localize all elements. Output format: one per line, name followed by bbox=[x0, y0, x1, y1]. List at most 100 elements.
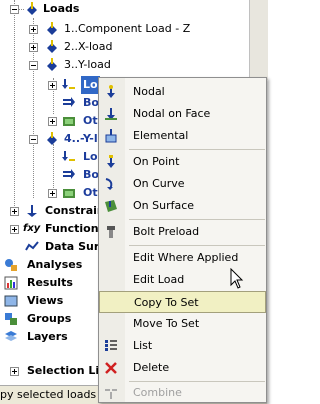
menu-item-elemental[interactable]: Elemental bbox=[99, 125, 266, 147]
context-menu: Nodal Nodal on Face Elemental On Point O… bbox=[98, 77, 267, 403]
tree-label-load-2: 2..X-load bbox=[64, 40, 113, 53]
tree-label-functions: Functions bbox=[45, 222, 106, 235]
menu-separator bbox=[129, 219, 265, 220]
tree-label-load-4-other: Ot bbox=[83, 186, 98, 199]
menu-item-on-surface[interactable]: On Surface bbox=[99, 195, 266, 217]
nodal-load-icon bbox=[107, 85, 115, 98]
load-set-icon bbox=[47, 22, 57, 35]
tree-item-load-4-definitions[interactable]: Lo bbox=[0, 148, 100, 166]
menu-item-nodal-on-face[interactable]: Nodal on Face bbox=[99, 103, 266, 125]
tree-label-constraints: Constrain bbox=[45, 204, 105, 217]
tree-label-loads: Loads bbox=[43, 2, 80, 15]
tree-label-groups: Groups bbox=[27, 312, 72, 325]
menu-item-copy-to-set[interactable]: Copy To Set bbox=[99, 291, 266, 313]
expand-icon[interactable] bbox=[48, 81, 57, 90]
expand-icon[interactable] bbox=[29, 43, 38, 52]
expand-icon[interactable] bbox=[10, 225, 19, 234]
analyses-icon bbox=[5, 259, 17, 271]
loads-icon bbox=[27, 2, 37, 15]
combine-icon bbox=[105, 389, 117, 399]
expand-icon[interactable] bbox=[10, 207, 19, 216]
tree-item-views[interactable]: Views bbox=[0, 292, 100, 310]
tree-label-selected: Lo bbox=[81, 76, 100, 94]
menu-label: Edit Load bbox=[133, 273, 185, 286]
load-arrow-icon bbox=[62, 79, 75, 89]
tree-item-functions[interactable]: fxy Functions bbox=[0, 220, 105, 238]
tree-item-constraints[interactable]: Constrain bbox=[0, 202, 105, 220]
tree-scrollbar[interactable] bbox=[249, 0, 268, 80]
menu-label: On Surface bbox=[133, 199, 195, 212]
tree-item-load-4-body[interactable]: Bo bbox=[0, 166, 100, 184]
groups-icon bbox=[5, 313, 17, 325]
bolt-preload-icon bbox=[107, 226, 115, 238]
tree-label-selection-list: Selection Lis bbox=[27, 364, 106, 377]
tree-item-load-1[interactable]: 1..Component Load - Z bbox=[0, 20, 200, 38]
menu-item-bolt-preload[interactable]: Bolt Preload bbox=[99, 221, 266, 243]
tree-item-selection-list[interactable]: Selection Lis bbox=[0, 362, 106, 380]
tree-item-load-2[interactable]: 2..X-load bbox=[0, 38, 200, 56]
expand-icon[interactable] bbox=[48, 189, 57, 198]
tree-item-data-surfaces[interactable]: Data Surf bbox=[0, 238, 104, 256]
menu-label: Move To Set bbox=[133, 317, 200, 330]
menu-label: Nodal bbox=[133, 85, 165, 98]
status-text: py selected loads t bbox=[0, 388, 104, 401]
expand-icon[interactable] bbox=[48, 117, 57, 126]
menu-item-list[interactable]: List bbox=[99, 335, 266, 357]
tree-label-body-loads: Bo bbox=[83, 96, 99, 109]
layers-icon bbox=[5, 331, 17, 341]
on-point-icon bbox=[107, 155, 115, 168]
views-icon bbox=[4, 295, 18, 307]
tree-item-results[interactable]: Results bbox=[0, 274, 100, 292]
menu-label: Copy To Set bbox=[134, 296, 199, 309]
tree-label-layers: Layers bbox=[27, 330, 68, 343]
tree-item-body-loads[interactable]: Bo bbox=[0, 94, 100, 112]
expand-icon[interactable] bbox=[29, 25, 38, 34]
elemental-load-icon bbox=[105, 129, 117, 143]
tree-item-load-4[interactable]: 4..-Y-l bbox=[0, 130, 100, 148]
menu-label: List bbox=[133, 339, 153, 352]
on-curve-icon bbox=[105, 178, 113, 190]
tree-item-analyses[interactable]: Analyses bbox=[0, 256, 100, 274]
menu-separator bbox=[129, 245, 265, 246]
on-surface-icon bbox=[105, 200, 117, 212]
tree-item-other-loads[interactable]: Ot bbox=[0, 112, 100, 130]
menu-item-on-curve[interactable]: On Curve bbox=[99, 173, 266, 195]
menu-label: Combine bbox=[133, 386, 182, 399]
load-set-icon bbox=[47, 132, 57, 145]
load-set-icon bbox=[47, 58, 57, 71]
delete-icon bbox=[105, 362, 117, 374]
menu-label: On Point bbox=[133, 155, 180, 168]
menu-item-on-point[interactable]: On Point bbox=[99, 151, 266, 173]
tree-label-results: Results bbox=[27, 276, 73, 289]
tree-item-load-definitions[interactable]: Lo bbox=[0, 76, 100, 94]
tree-item-load-3[interactable]: 3..Y-load bbox=[0, 56, 200, 74]
tree-item-layers[interactable]: Layers bbox=[0, 328, 100, 346]
results-icon bbox=[4, 276, 18, 290]
menu-label: On Curve bbox=[133, 177, 185, 190]
menu-item-combine[interactable]: Combine bbox=[99, 382, 266, 404]
menu-item-move-to-set[interactable]: Move To Set bbox=[99, 313, 266, 335]
body-load-icon bbox=[63, 169, 75, 179]
other-load-icon bbox=[63, 189, 75, 198]
collapse-icon[interactable] bbox=[29, 61, 38, 70]
menu-label: Bolt Preload bbox=[133, 225, 200, 238]
load-arrow-icon bbox=[62, 151, 75, 161]
collapse-icon[interactable] bbox=[29, 135, 38, 144]
body-load-icon bbox=[63, 97, 75, 107]
menu-item-delete[interactable]: Delete bbox=[99, 357, 266, 379]
mouse-cursor-icon bbox=[230, 268, 244, 289]
tree-item-loads[interactable]: Loads bbox=[0, 0, 100, 18]
tree-item-groups[interactable]: Groups bbox=[0, 310, 100, 328]
tree-label-data-surfaces: Data Surf bbox=[45, 240, 105, 253]
list-icon bbox=[105, 340, 117, 351]
menu-item-edit-where-applied[interactable]: Edit Where Applied bbox=[99, 247, 266, 269]
collapse-icon[interactable] bbox=[10, 5, 19, 14]
expand-icon[interactable] bbox=[10, 367, 19, 376]
menu-label: Nodal on Face bbox=[133, 107, 211, 120]
tree-label-analyses: Analyses bbox=[27, 258, 83, 271]
menu-item-nodal[interactable]: Nodal bbox=[99, 81, 266, 103]
menu-label: Delete bbox=[133, 361, 170, 374]
tree-item-load-4-other[interactable]: Ot bbox=[0, 184, 100, 202]
load-set-icon bbox=[47, 40, 57, 53]
tree-label-load-4-body: Bo bbox=[83, 168, 99, 181]
